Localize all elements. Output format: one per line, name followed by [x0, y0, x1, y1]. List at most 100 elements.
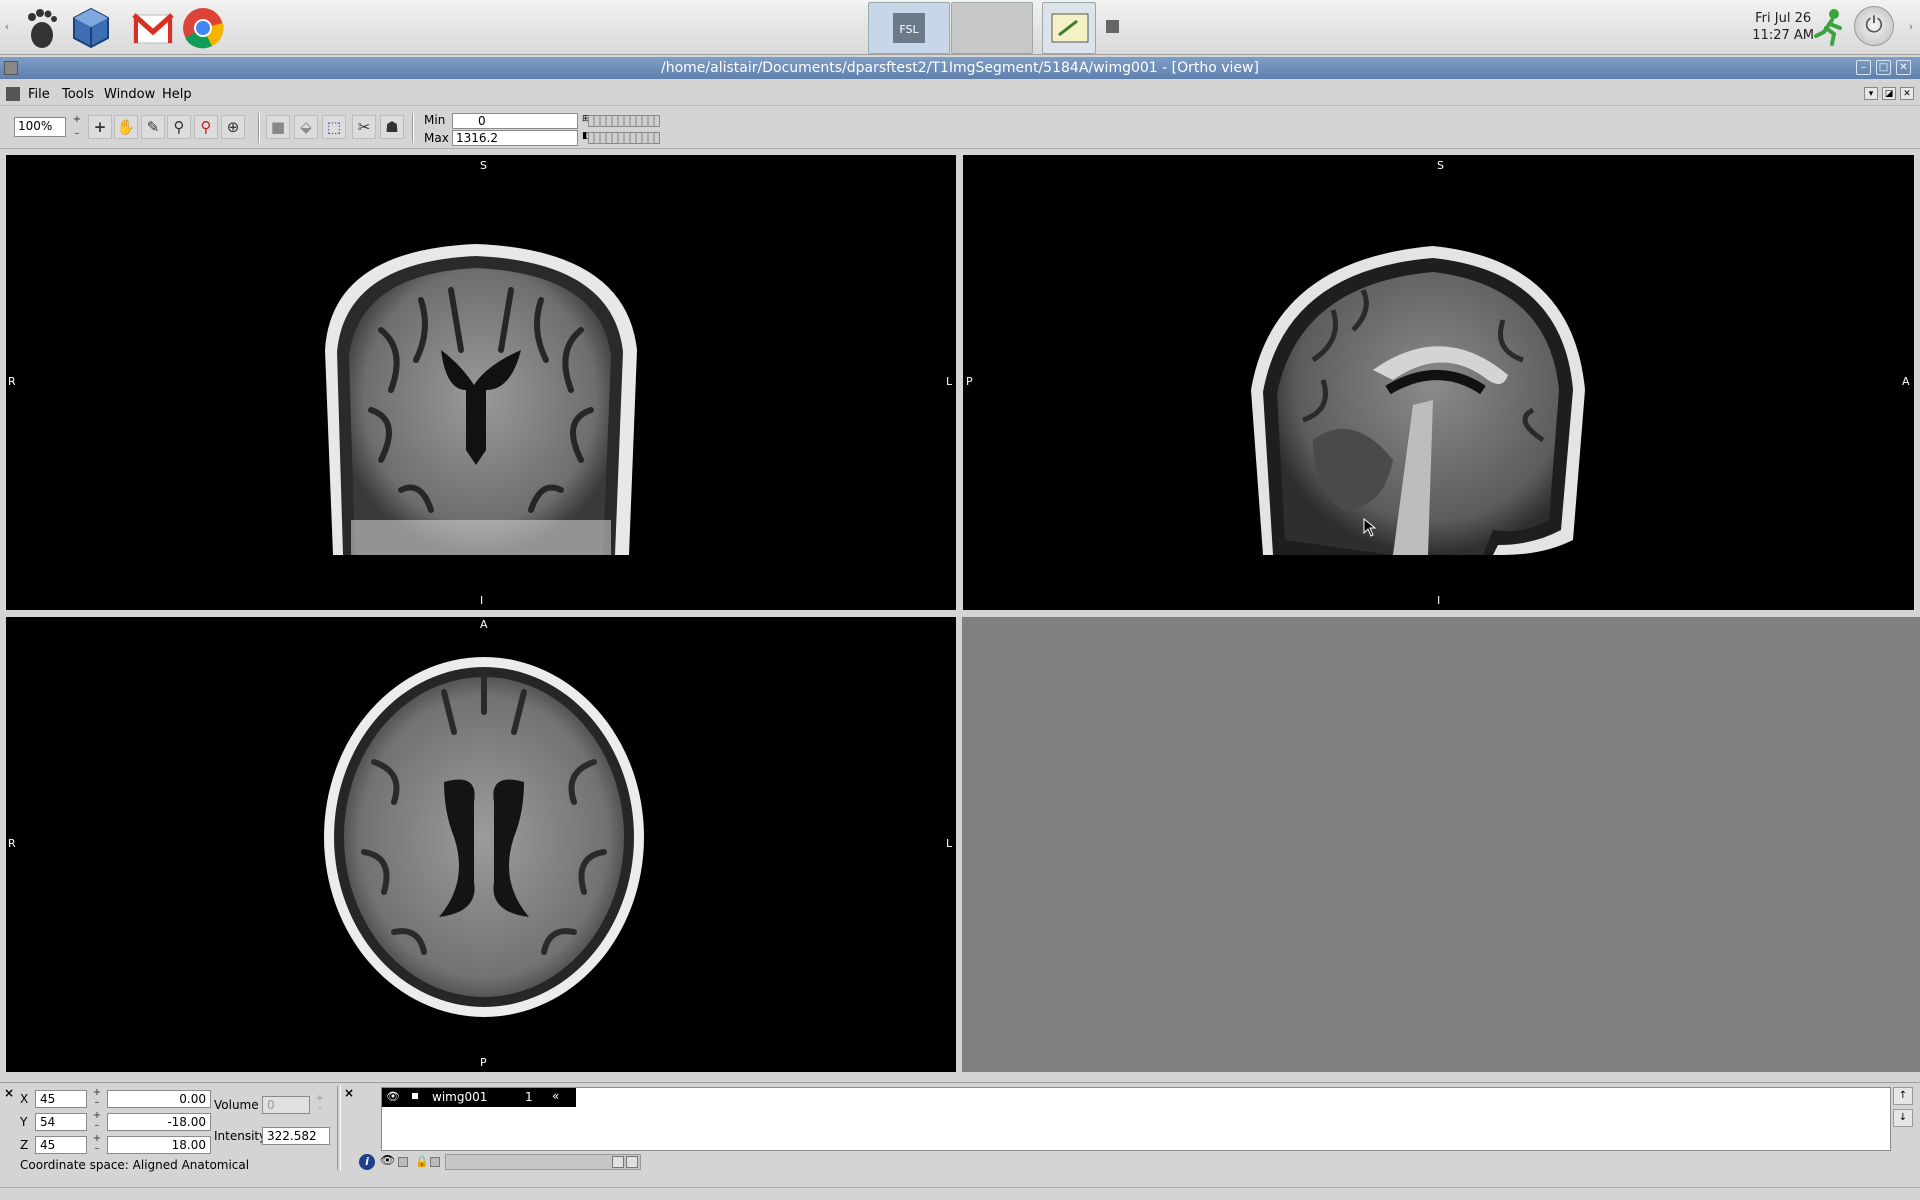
- y-world-field[interactable]: -18.00: [107, 1113, 211, 1131]
- power-icon[interactable]: ⏻: [1854, 6, 1894, 46]
- opacity-slider-end[interactable]: [626, 1156, 638, 1168]
- panel-right-arrow-icon[interactable]: ›: [1906, 12, 1916, 42]
- intensity-field[interactable]: 322.582: [262, 1127, 330, 1145]
- pencil-icon[interactable]: ✎: [141, 115, 165, 139]
- pan-hand-icon[interactable]: ✋: [114, 115, 138, 139]
- z-increase-button[interactable]: +: [92, 1134, 102, 1144]
- eye-icon[interactable]: 👁: [380, 1153, 395, 1167]
- layer-list[interactable]: 👁 wimg001 1 «: [381, 1087, 1891, 1151]
- minimize-button[interactable]: –: [1856, 60, 1871, 75]
- volume-field[interactable]: 0: [262, 1096, 310, 1114]
- zoom-increase-button[interactable]: +: [72, 115, 82, 125]
- mdi-restore-icon[interactable]: ◪: [1882, 87, 1896, 100]
- panel-splitter[interactable]: [337, 1086, 341, 1170]
- z-decrease-button[interactable]: –: [92, 1144, 102, 1154]
- gmail-icon[interactable]: [130, 5, 176, 51]
- max-intensity-field[interactable]: 1316.2: [452, 130, 578, 146]
- taskbar-window-2[interactable]: [951, 2, 1033, 54]
- window-title: /home/alistair/Documents/dparsftest2/T1I…: [661, 60, 1259, 76]
- zoom-decrease-button[interactable]: –: [72, 129, 82, 139]
- coronal-label-top: S: [480, 159, 487, 172]
- layer-expand-icon[interactable]: «: [552, 1089, 559, 1103]
- mouse-pointer-icon: [1363, 518, 1377, 537]
- crosshair-tool-icon[interactable]: +: [88, 115, 112, 139]
- volume-increase-button[interactable]: +: [315, 1094, 325, 1104]
- gnome-foot-icon[interactable]: [20, 5, 66, 51]
- y-decrease-button[interactable]: –: [92, 1121, 102, 1131]
- sagittal-label-right: A: [1902, 375, 1910, 388]
- x-decrease-button[interactable]: –: [92, 1098, 102, 1108]
- y-voxel-field[interactable]: 54: [35, 1113, 87, 1131]
- top-panel: ‹ FSL Fri Jul 26 11:27 AM ⏻ ›: [0, 0, 1920, 55]
- location-panel-close-icon[interactable]: ×: [3, 1087, 15, 1100]
- layer-option-icon[interactable]: [430, 1157, 440, 1167]
- toolbar-separator: [412, 113, 414, 143]
- brush-tool-icon[interactable]: ■: [266, 115, 290, 139]
- menu-help[interactable]: Help: [162, 87, 192, 102]
- sagittal-brain-image: [1251, 246, 1585, 555]
- center-cursor-icon[interactable]: ⊕: [221, 115, 245, 139]
- layer-row[interactable]: 👁 wimg001 1 «: [382, 1088, 576, 1107]
- info-icon[interactable]: i: [359, 1154, 375, 1170]
- volume-decrease-button[interactable]: –: [315, 1104, 325, 1114]
- y-label: Y: [20, 1115, 28, 1129]
- maximize-button[interactable]: □: [1876, 60, 1891, 75]
- chrome-icon[interactable]: [180, 5, 226, 51]
- coronal-view[interactable]: S I R L: [6, 155, 956, 610]
- sagittal-label-top: S: [1437, 159, 1444, 172]
- opacity-slider-thumb[interactable]: [612, 1156, 624, 1168]
- zoom-field[interactable]: 100%: [14, 117, 66, 137]
- scroll-up-arrow-icon[interactable]: ↑: [1893, 1087, 1913, 1105]
- select-tool-icon[interactable]: ⬚: [322, 115, 346, 139]
- x-world-field[interactable]: 0.00: [107, 1090, 211, 1108]
- x-voxel-field[interactable]: 45: [35, 1090, 87, 1108]
- sagittal-view[interactable]: S I P A: [963, 155, 1914, 610]
- menu-file[interactable]: File: [28, 87, 50, 102]
- menu-tools[interactable]: Tools: [62, 87, 94, 102]
- y-increase-button[interactable]: +: [92, 1111, 102, 1121]
- fill-tool-icon[interactable]: ⬙: [294, 115, 318, 139]
- x-increase-button[interactable]: +: [92, 1088, 102, 1098]
- sagittal-label-left: P: [966, 375, 973, 388]
- layer-panel-close-icon[interactable]: ×: [343, 1087, 355, 1100]
- min-slider[interactable]: [588, 115, 660, 127]
- max-slider[interactable]: [588, 132, 660, 144]
- logout-runner-icon[interactable]: [1812, 8, 1846, 50]
- toolbar-separator: [258, 113, 260, 143]
- layer-option-icon[interactable]: [398, 1157, 408, 1167]
- layer-list-scroll[interactable]: ↑ ↓: [1893, 1087, 1913, 1151]
- coronal-label-bottom: I: [480, 594, 484, 607]
- layer-visible-icon[interactable]: 👁: [386, 1090, 400, 1103]
- z-world-field[interactable]: 18.00: [107, 1136, 211, 1154]
- mdi-minimize-icon[interactable]: ▾: [1864, 87, 1878, 100]
- svg-text:FSL: FSL: [899, 23, 919, 36]
- min-intensity-field[interactable]: 0: [452, 113, 578, 129]
- axial-brain-image: [324, 657, 644, 1017]
- volume-label: Volume: [214, 1098, 259, 1112]
- mask-icon[interactable]: ☗: [380, 115, 404, 139]
- coronal-label-right: L: [946, 375, 953, 388]
- layer-lock-icon[interactable]: [412, 1093, 418, 1099]
- panel-left-arrow-icon[interactable]: ‹: [2, 12, 12, 42]
- cut-icon[interactable]: ✂: [352, 115, 376, 139]
- taskbar-fsl-window[interactable]: FSL: [868, 2, 950, 54]
- close-button[interactable]: ✕: [1896, 60, 1911, 75]
- menu-window[interactable]: Window: [104, 87, 155, 102]
- zoom-in-icon[interactable]: ⚲: [167, 115, 191, 139]
- mdi-close-icon[interactable]: ✕: [1900, 87, 1914, 100]
- window-title-bar[interactable]: /home/alistair/Documents/dparsftest2/T1I…: [0, 57, 1920, 79]
- opacity-slider[interactable]: [445, 1154, 641, 1170]
- taskbar-notes-window[interactable]: [1042, 2, 1096, 54]
- layer-index: 1: [525, 1090, 533, 1104]
- zoom-out-icon[interactable]: ⚲: [194, 115, 218, 139]
- virtualbox-icon[interactable]: [68, 5, 114, 51]
- clock[interactable]: Fri Jul 26 11:27 AM: [1752, 10, 1814, 44]
- scroll-down-arrow-icon[interactable]: ↓: [1893, 1109, 1913, 1127]
- axial-label-right: L: [946, 837, 953, 850]
- tray-small-icon[interactable]: [1106, 20, 1119, 33]
- axial-view[interactable]: A P R L: [6, 617, 956, 1072]
- z-voxel-field[interactable]: 45: [35, 1136, 87, 1154]
- layer-name: wimg001: [432, 1090, 488, 1104]
- menu-bar: File Tools Window Help ▾ ◪ ✕: [0, 82, 1920, 106]
- lock-icon[interactable]: 🔒: [415, 1155, 429, 1168]
